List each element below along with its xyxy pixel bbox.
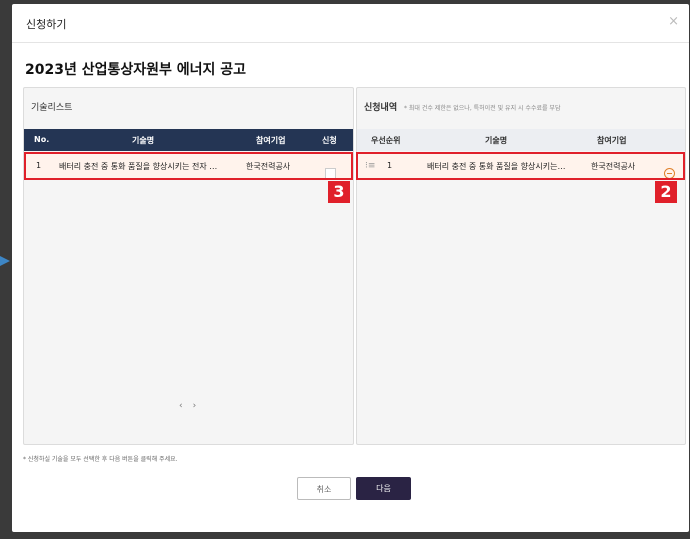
pagination: ‹› <box>179 401 206 411</box>
column-company: 참여기업 <box>256 136 286 145</box>
dialog-header: 신청하기 × <box>12 4 689 43</box>
application-label: 신청내역 * 최대 건수 제한은 없으나, 특허이전 및 유지 시 수수료를 부… <box>364 100 560 113</box>
highlight-box-3 <box>24 152 353 180</box>
column-apply: 신청 <box>322 136 337 145</box>
column-priority: 우선순위 <box>371 136 401 145</box>
step-tag-2: 2 <box>655 181 677 203</box>
tech-list-label: 기술리스트 <box>31 103 73 113</box>
application-note: * 최대 건수 제한은 없으나, 특허이전 및 유지 시 수수료를 부담 <box>404 105 561 112</box>
tech-list-panel: 기술리스트 No. 기술명 참여기업 신청 1 배터리 충전 중 통화 품질을 … <box>23 87 354 445</box>
pointer-arrow-icon <box>0 255 10 267</box>
highlight-box-2 <box>356 152 685 180</box>
page-title: 2023년 산업통상자원부 에너지 공고 <box>25 62 247 78</box>
column-tech-name: 기술명 <box>485 136 508 145</box>
close-icon[interactable]: × <box>668 14 679 29</box>
apply-dialog: 신청하기 × 2023년 산업통상자원부 에너지 공고 기술리스트 No. 기술… <box>12 4 689 532</box>
next-button[interactable]: 다음 <box>356 477 411 500</box>
column-tech-name: 기술명 <box>132 136 155 145</box>
column-company: 참여기업 <box>597 136 627 145</box>
cancel-button[interactable]: 취소 <box>297 477 351 500</box>
column-no: No. <box>34 135 50 144</box>
application-title: 신청내역 <box>364 103 398 113</box>
prev-page-icon[interactable]: ‹ <box>179 401 193 411</box>
next-page-icon[interactable]: › <box>193 401 207 411</box>
tech-list-header: No. 기술명 참여기업 신청 <box>24 129 353 151</box>
application-header: 우선순위 기술명 참여기업 <box>357 129 685 151</box>
instruction-note: * 신청하실 기술을 모두 선택한 후 다음 버튼을 클릭해 주세요. <box>23 456 178 463</box>
dialog-title: 신청하기 <box>26 18 67 31</box>
application-panel: 신청내역 * 최대 건수 제한은 없으나, 특허이전 및 유지 시 수수료를 부… <box>356 87 686 445</box>
step-tag-3: 3 <box>328 181 350 203</box>
